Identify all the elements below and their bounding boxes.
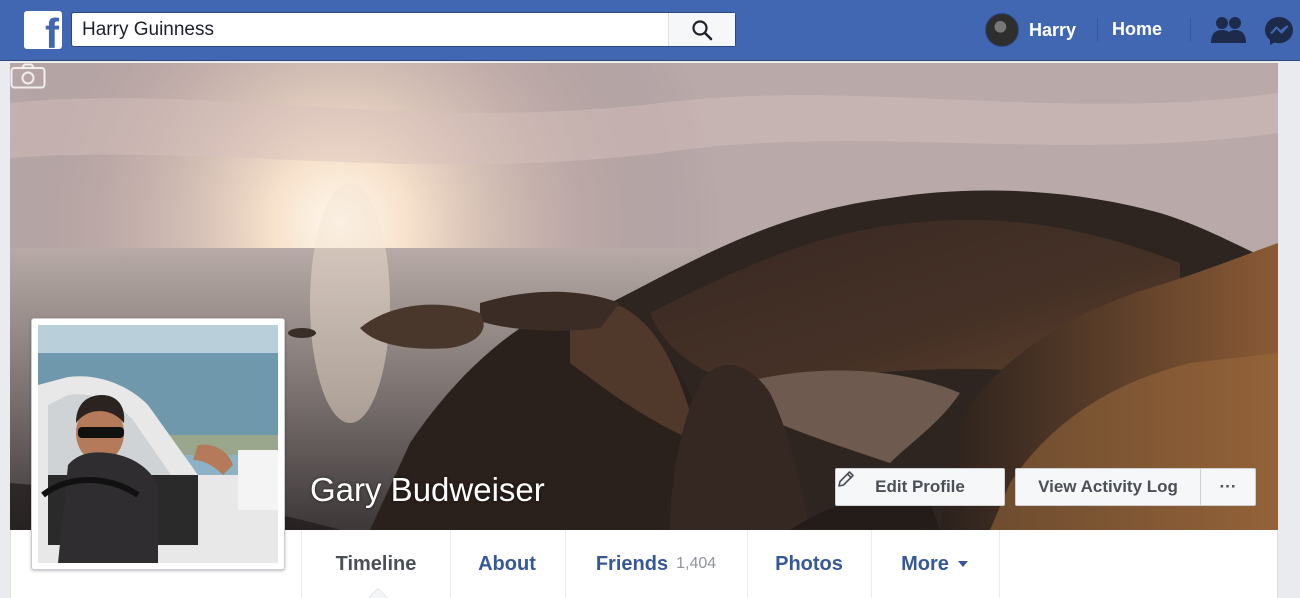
more-options-button[interactable]: ··· [1200,468,1256,506]
facebook-logo-icon[interactable]: f [24,11,62,49]
view-activity-log-label: View Activity Log [1038,477,1178,496]
profile-photo-illustration [38,325,278,563]
top-navigation-bar: f Harry Home [0,0,1300,61]
tab-more[interactable]: More [871,530,1000,598]
nav-divider [1190,18,1191,42]
caret-down-icon [957,561,968,567]
tab-friends-label: Friends [595,552,669,575]
view-activity-log-button[interactable]: View Activity Log [1015,468,1201,506]
search-icon [692,19,713,40]
nav-user-profile-link[interactable]: Harry [985,13,1076,47]
search-button[interactable] [668,13,735,46]
facebook-logo-letter: f [45,11,59,50]
friend-requests-icon[interactable] [1210,15,1248,45]
profile-name: Gary Budweiser [310,471,545,508]
update-cover-photo-camera-icon[interactable] [10,63,46,89]
tab-more-label: More [901,552,949,575]
tab-photos-label: Photos [775,552,843,575]
search-bar [71,12,736,47]
tab-about[interactable]: About [449,530,566,598]
nav-home-link[interactable]: Home [1112,19,1162,40]
profile-picture[interactable] [31,318,285,570]
search-input[interactable] [72,13,669,46]
profile-picture-image [38,325,278,563]
edit-profile-button[interactable]: Edit Profile [835,468,1005,506]
more-options-label: ··· [1219,477,1237,496]
pencil-icon [838,471,854,487]
tab-timeline-label: Timeline [335,552,417,575]
active-tab-indicator [368,588,388,598]
messenger-icon[interactable] [1263,15,1295,47]
nav-user-name: Harry [1029,19,1077,40]
friends-count: 1,404 [676,555,717,572]
tab-photos[interactable]: Photos [747,530,872,598]
nav-divider [1097,18,1098,42]
user-avatar [985,13,1019,47]
tab-friends[interactable]: Friends 1,404 [565,530,748,598]
tab-about-label: About [478,552,536,575]
edit-profile-label: Edit Profile [875,477,965,496]
